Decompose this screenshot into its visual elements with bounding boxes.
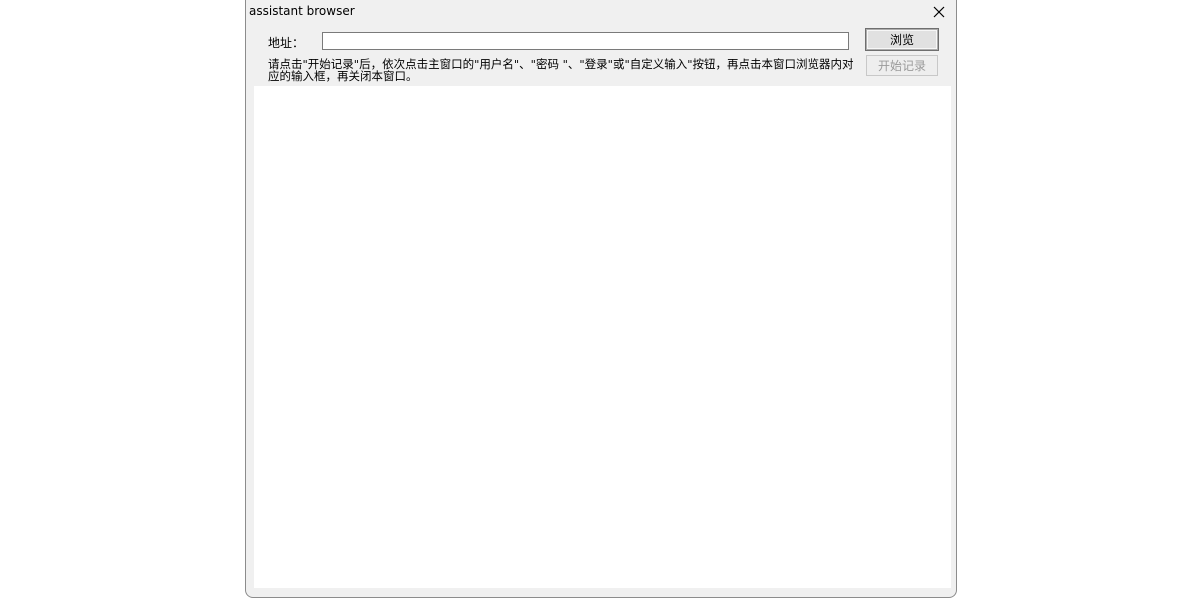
app-window: assistant browser 地址： 浏览 开始记录 请点击"开始记录"后… — [245, 0, 957, 598]
address-input[interactable] — [322, 32, 849, 50]
start-record-button[interactable]: 开始记录 — [866, 55, 938, 76]
address-label: 地址： — [268, 36, 305, 50]
browser-view[interactable] — [254, 86, 951, 588]
close-icon — [933, 6, 945, 18]
close-button[interactable] — [922, 0, 956, 24]
window-title: assistant browser — [249, 4, 355, 18]
browse-button[interactable]: 浏览 — [866, 29, 938, 50]
title-bar[interactable]: assistant browser — [246, 0, 956, 24]
instructions-text: 请点击"开始记录"后，依次点击主窗口的"用户名"、"密码 "、"登录"或"自定义… — [268, 57, 854, 83]
